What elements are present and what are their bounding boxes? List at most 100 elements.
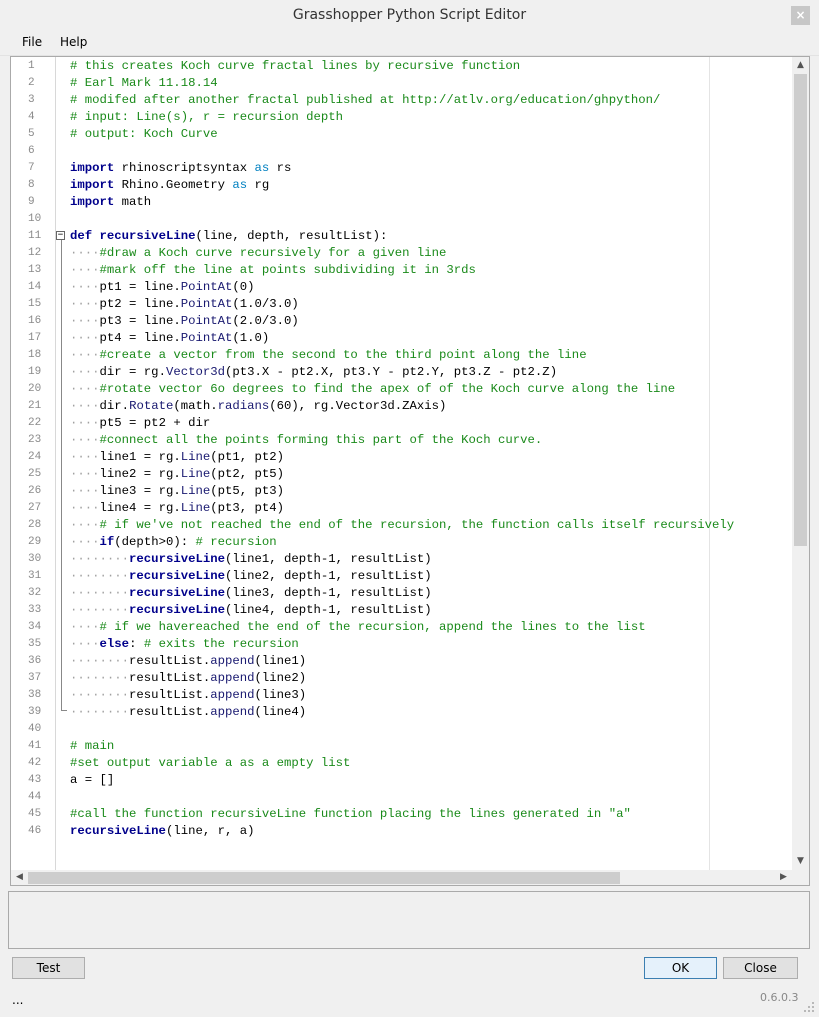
vertical-scroll-thumb[interactable]: [794, 74, 807, 546]
code-token: ····: [70, 297, 100, 311]
code-line[interactable]: 9 import math: [11, 194, 792, 211]
menu-file[interactable]: File: [22, 35, 42, 49]
code-line[interactable]: 30 ········recursiveLine(line1, depth-1, …: [11, 551, 792, 568]
code-token: pt1 = line.: [99, 280, 181, 294]
code-line[interactable]: 28 ····# if we've not reached the end of …: [11, 517, 792, 534]
resize-grip-icon[interactable]: [804, 1002, 814, 1012]
code-line[interactable]: 7 import rhinoscriptsyntax as rs: [11, 160, 792, 177]
code-token: (60), rg.Vector3d.ZAxis): [269, 399, 447, 413]
code-line[interactable]: 11 def recursiveLine(line, depth, resultL…: [11, 228, 792, 245]
code-line[interactable]: 29 ····if(depth>0): # recursion: [11, 534, 792, 551]
code-line[interactable]: 33 ········recursiveLine(line4, depth-1, …: [11, 602, 792, 619]
code-line[interactable]: 20 ····#rotate vector 6o degrees to find …: [11, 381, 792, 398]
code-token: (pt3, pt4): [210, 501, 285, 515]
code-line[interactable]: 5 # output: Koch Curve: [11, 126, 792, 143]
code-line[interactable]: 13 ····#mark off the line at points subdi…: [11, 262, 792, 279]
code-line[interactable]: 35 ····else: # exits the recursion: [11, 636, 792, 653]
code-line[interactable]: 4 # input: Line(s), r = recursion depth: [11, 109, 792, 126]
code-line[interactable]: 36 ········resultList.append(line1): [11, 653, 792, 670]
code-line[interactable]: 45 #call the function recursiveLine funct…: [11, 806, 792, 823]
code-token: ····: [70, 382, 100, 396]
code-line[interactable]: 39 ········resultList.append(line4): [11, 704, 792, 721]
code-token: pt4 = line.: [99, 331, 181, 345]
code-line[interactable]: 25 ····line2 = rg.Line(pt2, pt5): [11, 466, 792, 483]
code-token: (line3): [254, 688, 307, 702]
code-line[interactable]: 15 ····pt2 = line.PointAt(1.0/3.0): [11, 296, 792, 313]
code-token: (2.0/3.0): [232, 314, 299, 328]
code-line[interactable]: 41 # main: [11, 738, 792, 755]
code-token: ····: [70, 518, 100, 532]
code-text: ····# if we havereached the end of the r…: [70, 619, 646, 636]
ok-button[interactable]: OK: [644, 957, 717, 979]
code-token: import: [70, 178, 115, 192]
code-text: # input: Line(s), r = recursion depth: [70, 109, 343, 126]
code-token: # output: Koch Curve: [70, 127, 218, 141]
code-line[interactable]: 27 ····line4 = rg.Line(pt3, pt4): [11, 500, 792, 517]
code-line[interactable]: 24 ····line1 = rg.Line(pt1, pt2): [11, 449, 792, 466]
code-line[interactable]: 10: [11, 211, 792, 228]
code-line[interactable]: 2 # Earl Mark 11.18.14: [11, 75, 792, 92]
code-line[interactable]: 17 ····pt4 = line.PointAt(1.0): [11, 330, 792, 347]
chevron-down-icon[interactable]: ▼: [792, 853, 809, 870]
code-token: resultList.: [129, 705, 211, 719]
chevron-right-icon[interactable]: ▶: [775, 869, 792, 885]
code-line[interactable]: 38 ········resultList.append(line3): [11, 687, 792, 704]
code-line[interactable]: 34 ····# if we havereached the end of the…: [11, 619, 792, 636]
code-line[interactable]: 12 ····#draw a Koch curve recursively for…: [11, 245, 792, 262]
code-text: import Rhino.Geometry as rg: [70, 177, 269, 194]
horizontal-scrollbar[interactable]: ◀ ▶: [11, 869, 792, 885]
code-line[interactable]: 43 a = []: [11, 772, 792, 789]
menu-help[interactable]: Help: [60, 35, 87, 49]
code-token: ····: [70, 433, 100, 447]
code-line[interactable]: 37 ········resultList.append(line2): [11, 670, 792, 687]
code-line[interactable]: 23 ····#connect all the points forming th…: [11, 432, 792, 449]
close-button[interactable]: Close: [723, 957, 798, 979]
code-line[interactable]: 6: [11, 143, 792, 160]
code-line[interactable]: 26 ····line3 = rg.Line(pt5, pt3): [11, 483, 792, 500]
line-number: 31: [28, 570, 42, 582]
code-line[interactable]: 22 ····pt5 = pt2 + dir: [11, 415, 792, 432]
close-icon[interactable]: ×: [791, 6, 810, 25]
vertical-scrollbar[interactable]: ▲ ▼: [792, 57, 809, 870]
code-area[interactable]: − 1 # this creates Koch curve fractal lin…: [11, 57, 792, 870]
chevron-up-icon[interactable]: ▲: [792, 57, 809, 74]
test-button[interactable]: Test: [12, 957, 85, 979]
code-line[interactable]: 44: [11, 789, 792, 806]
code-line[interactable]: 18 ····#create a vector from the second t…: [11, 347, 792, 364]
output-panel[interactable]: [8, 891, 810, 949]
code-token: radians: [217, 399, 270, 413]
code-token: resultList.: [129, 654, 211, 668]
code-line[interactable]: 46 recursiveLine(line, r, a): [11, 823, 792, 840]
code-line[interactable]: 8 import Rhino.Geometry as rg: [11, 177, 792, 194]
code-line[interactable]: 19 ····dir = rg.Vector3d(pt3.X - pt2.X, p…: [11, 364, 792, 381]
code-token: append: [210, 671, 255, 685]
code-line[interactable]: 32 ········recursiveLine(line3, depth-1, …: [11, 585, 792, 602]
code-token: line3 = rg.: [99, 484, 181, 498]
code-line[interactable]: 14 ····pt1 = line.PointAt(0): [11, 279, 792, 296]
code-token: PointAt: [180, 297, 233, 311]
code-line[interactable]: 3 # modifed after another fractal publish…: [11, 92, 792, 109]
line-number: 14: [28, 281, 42, 293]
code-text: # output: Koch Curve: [70, 126, 218, 143]
code-line[interactable]: 16 ····pt3 = line.PointAt(2.0/3.0): [11, 313, 792, 330]
line-number: 10: [28, 213, 42, 225]
code-text: ····pt3 = line.PointAt(2.0/3.0): [70, 313, 299, 330]
code-text: ····# if we've not reached the end of th…: [70, 517, 734, 534]
code-token: ····: [70, 467, 100, 481]
horizontal-scroll-thumb[interactable]: [28, 872, 620, 884]
code-editor[interactable]: − 1 # this creates Koch curve fractal lin…: [10, 56, 810, 886]
line-number: 21: [28, 400, 42, 412]
code-line[interactable]: 42 #set output variable a as a empty list: [11, 755, 792, 772]
code-text: a = []: [70, 772, 114, 789]
code-token: (0): [232, 280, 255, 294]
code-token: # if we've not reached the end of the re…: [99, 518, 735, 532]
line-number: 32: [28, 587, 42, 599]
code-line[interactable]: 21 ····dir.Rotate(math.radians(60), rg.Ve…: [11, 398, 792, 415]
code-line[interactable]: 1 # this creates Koch curve fractal lines…: [11, 58, 792, 75]
code-token: def: [70, 229, 93, 243]
code-line[interactable]: 31 ········recursiveLine(line2, depth-1, …: [11, 568, 792, 585]
code-text: ····line1 = rg.Line(pt1, pt2): [70, 449, 284, 466]
chevron-left-icon[interactable]: ◀: [11, 869, 28, 885]
code-token: # input: Line(s), r = recursion depth: [70, 110, 344, 124]
code-line[interactable]: 40: [11, 721, 792, 738]
